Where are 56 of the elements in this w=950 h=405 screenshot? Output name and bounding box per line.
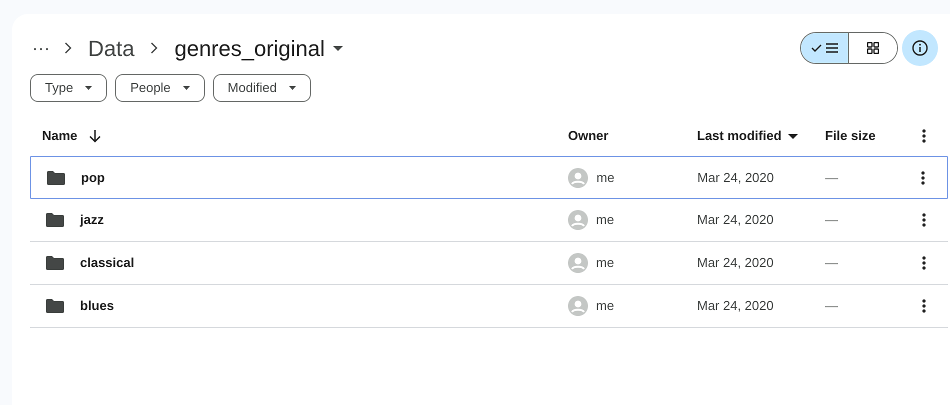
owner-text: me — [596, 297, 614, 316]
caret-icon — [332, 46, 343, 50]
folder-icon — [46, 256, 64, 270]
folder-row[interactable]: jazz me Mar 24, 2020 — — [30, 199, 948, 242]
more-breadcrumbs-button[interactable]: ··· — [30, 34, 50, 62]
current-folder-button[interactable]: genres_original — [172, 32, 345, 64]
file-size: — — [825, 298, 838, 314]
folder-name: pop — [81, 168, 105, 187]
folder-icon — [46, 299, 64, 313]
owner-text: me — [596, 211, 614, 230]
folder-row[interactable]: blues me Mar 24, 2020 — — [30, 285, 948, 328]
modified-date: Mar 24, 2020 — [697, 255, 774, 270]
avatar-icon — [568, 253, 588, 273]
more-actions-icon[interactable] — [921, 170, 926, 184]
owner-text: me — [596, 168, 614, 187]
column-header[interactable]: File size — [825, 126, 876, 146]
grid-view-icon — [867, 42, 879, 54]
column-header[interactable]: Last modified — [697, 126, 798, 146]
sort-caret-icon — [788, 134, 798, 138]
caret-icon — [288, 86, 296, 90]
folder-icon — [46, 213, 64, 227]
folder-name: jazz — [80, 211, 104, 230]
folder-icon — [47, 170, 65, 184]
modified-date: Mar 24, 2020 — [697, 298, 774, 314]
column-header[interactable]: Owner — [568, 126, 608, 146]
list-view-icon — [810, 42, 838, 54]
sort-arrow-icon[interactable] — [89, 130, 102, 142]
folder-row[interactable]: pop me Mar 24, 2020 — — [30, 156, 948, 199]
more-actions-icon[interactable] — [922, 299, 926, 313]
filter-chip[interactable]: Modified — [212, 74, 311, 102]
caret-icon — [182, 86, 190, 90]
avatar-icon — [568, 210, 588, 230]
modified-date: Mar 24, 2020 — [697, 170, 774, 185]
file-size: — — [825, 212, 838, 228]
breadcrumb-link[interactable]: Data — [86, 32, 136, 64]
file-size: — — [825, 255, 838, 270]
chevron-right-icon — [150, 42, 158, 54]
details-button[interactable] — [902, 30, 938, 66]
folder-row[interactable]: classical me Mar 24, 2020 — — [30, 242, 948, 285]
modified-date: Mar 24, 2020 — [697, 212, 774, 228]
owner-text: me — [596, 254, 614, 272]
more-options-icon[interactable] — [922, 129, 926, 143]
avatar-icon — [568, 168, 588, 188]
avatar-icon — [568, 296, 588, 316]
folder-name: blues — [80, 297, 114, 316]
more-actions-icon[interactable] — [922, 213, 926, 227]
file-size: — — [825, 170, 838, 185]
info-icon — [912, 40, 928, 56]
caret-icon — [85, 86, 92, 90]
filter-chip[interactable]: Type — [30, 74, 108, 102]
more-actions-icon[interactable] — [922, 256, 926, 270]
list-view-button[interactable] — [801, 33, 849, 63]
column-header[interactable]: Name — [42, 126, 78, 146]
filter-chip[interactable]: People — [115, 74, 205, 102]
chevron-right-icon — [64, 42, 72, 54]
folder-name: classical — [80, 254, 134, 272]
